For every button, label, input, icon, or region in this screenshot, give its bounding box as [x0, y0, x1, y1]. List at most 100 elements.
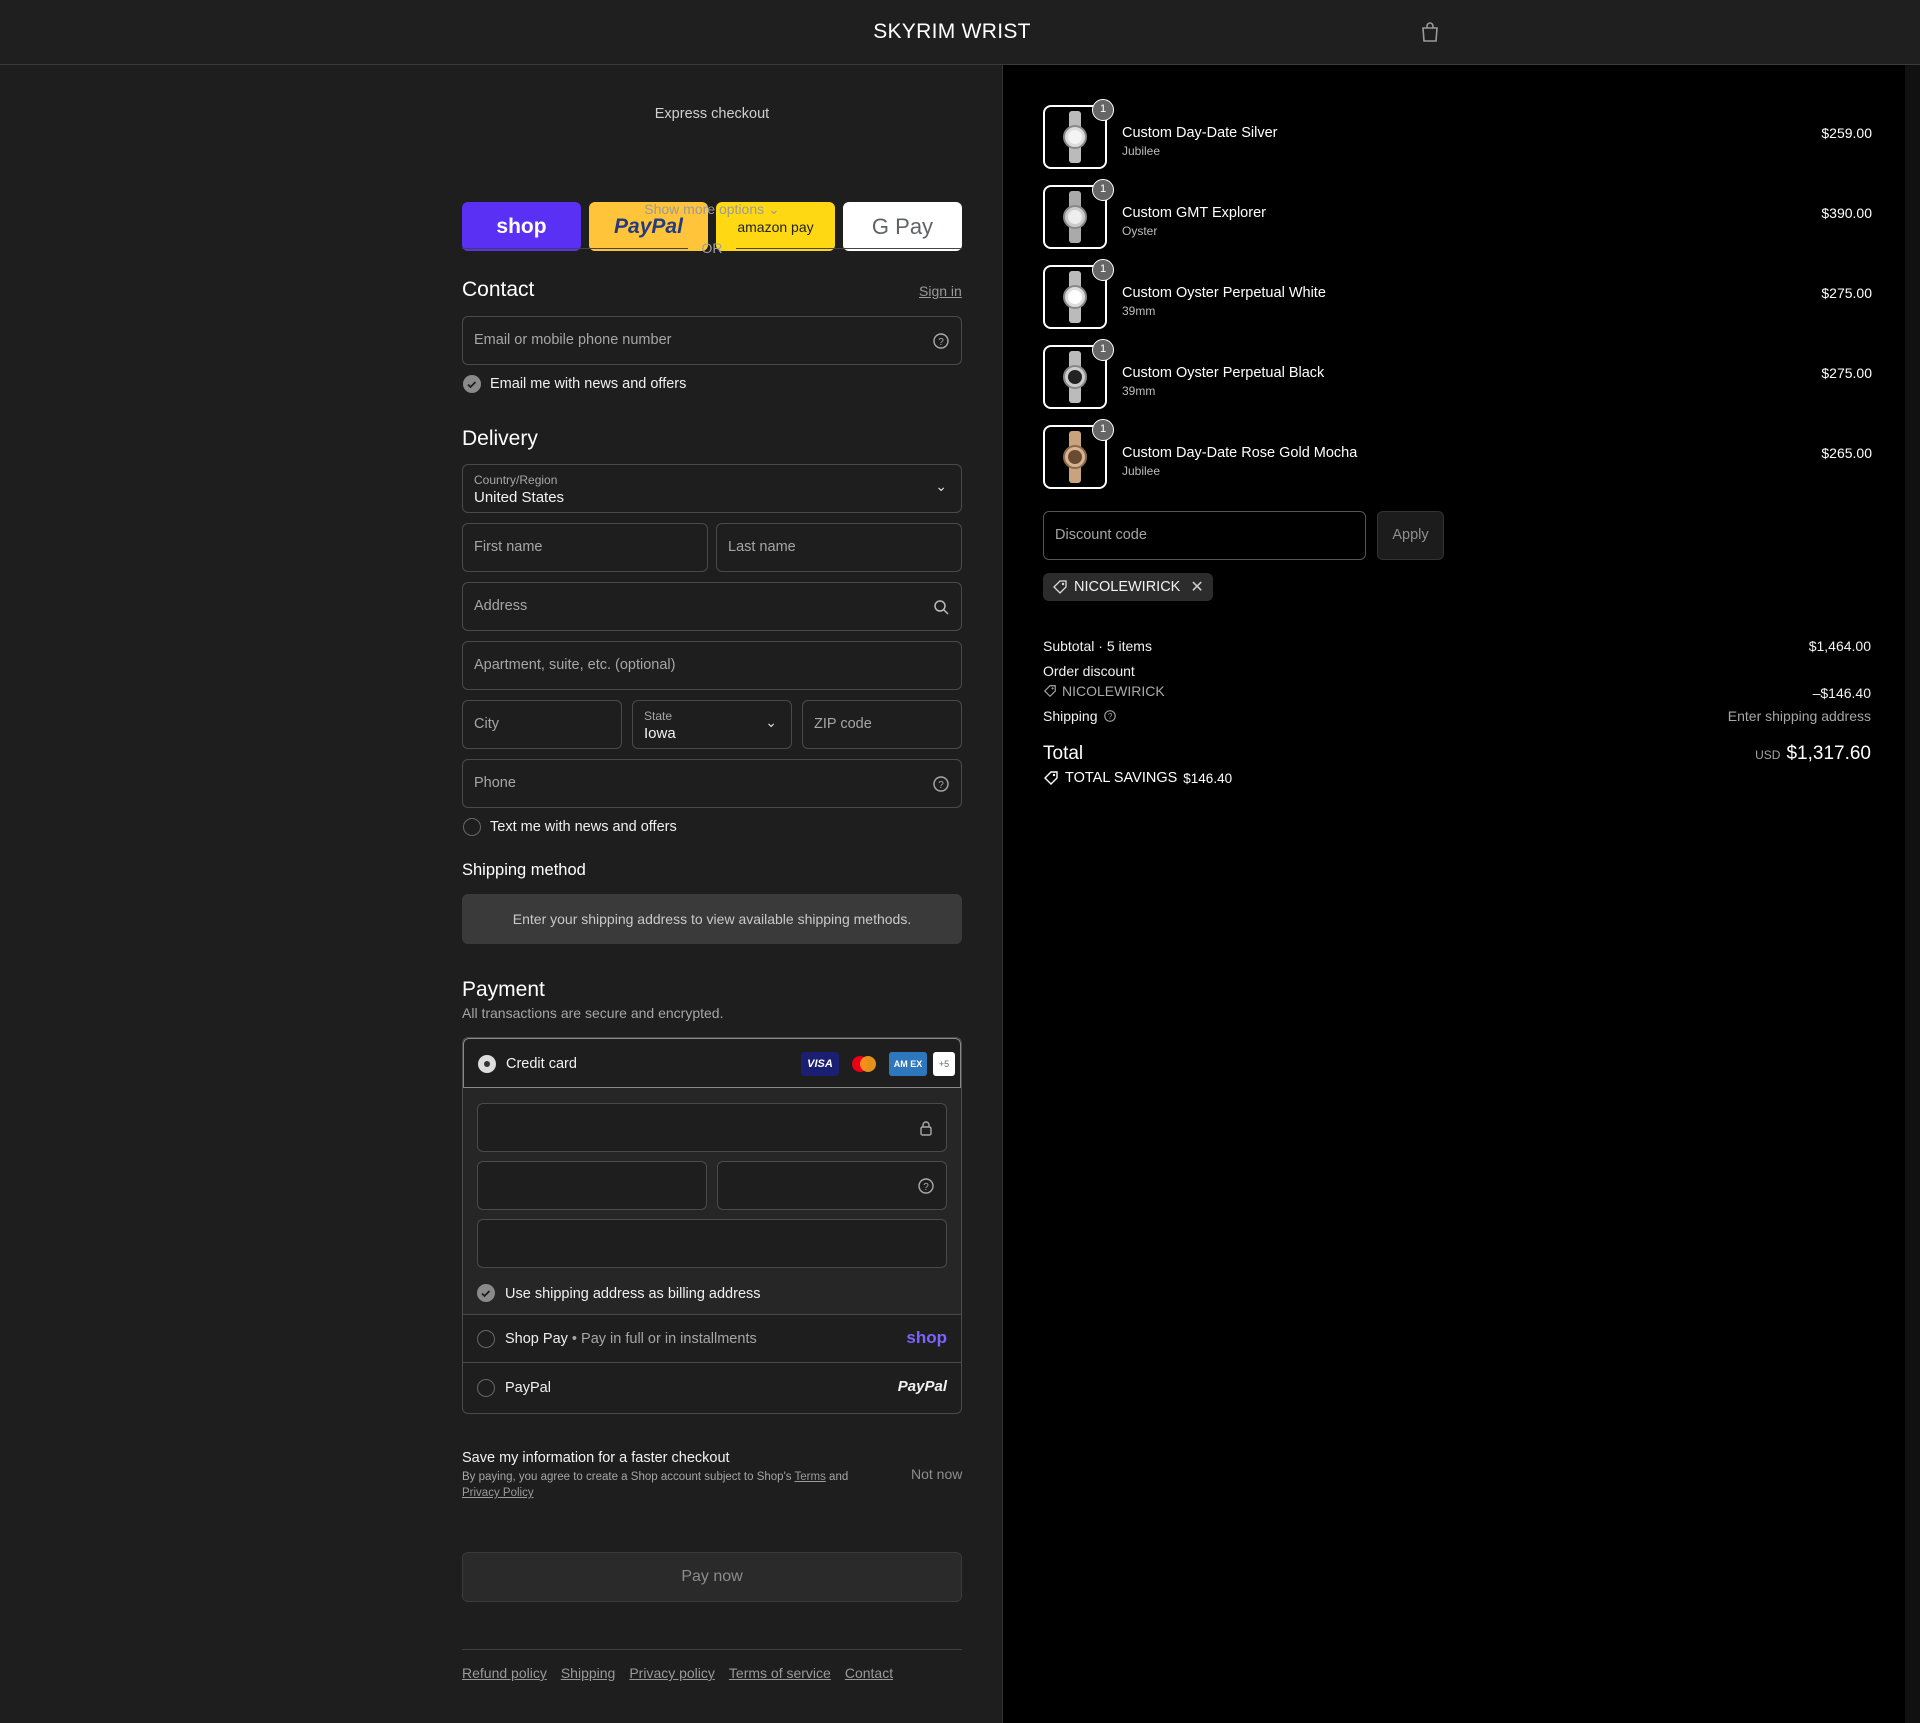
save-info-and: and [829, 1471, 849, 1483]
line-item: 1 Custom Oyster Perpetual Black 39mm $27… [1003, 339, 1906, 415]
discount-tag-code: NICOLEWIRICK [1074, 579, 1181, 595]
tag-icon [1053, 580, 1067, 594]
quantity-badge: 1 [1092, 259, 1114, 281]
not-now-button[interactable]: Not now [911, 1466, 962, 1482]
terms-of-service-link[interactable]: Terms of service [729, 1665, 831, 1681]
country-select[interactable]: Country/Region United States ⌄ [462, 464, 962, 513]
card-expiry-field[interactable] [477, 1161, 707, 1210]
shop-pay-radio[interactable] [477, 1330, 495, 1348]
shipping-label: Shipping [1043, 708, 1098, 724]
shop-pay-subtitle: Pay in full or in installments [581, 1331, 757, 1347]
card-number-field[interactable] [477, 1103, 947, 1152]
card-cvv-field[interactable]: ? [717, 1161, 947, 1210]
check-icon [467, 381, 477, 389]
shipping-policy-link[interactable]: Shipping [561, 1665, 616, 1681]
or-divider-label: OR [701, 240, 723, 256]
zip-code-placeholder: ZIP code [814, 716, 872, 732]
chevron-down-icon: ⌄ [765, 714, 777, 730]
credit-card-radio[interactable] [478, 1055, 496, 1073]
state-select[interactable]: State Iowa ⌄ [632, 700, 792, 749]
city-field[interactable]: City [462, 700, 622, 749]
product-name: Custom Oyster Perpetual Black [1122, 365, 1325, 381]
credit-card-label: Credit card [506, 1056, 577, 1072]
email-news-checkbox[interactable] [463, 375, 481, 393]
search-icon [934, 600, 949, 615]
svg-text:?: ? [923, 1182, 929, 1193]
footer-links: Refund policy Shipping Privacy policy Te… [462, 1665, 893, 1681]
terms-link[interactable]: Terms [795, 1471, 826, 1483]
help-circle-icon[interactable]: ? [916, 1176, 936, 1196]
show-more-options-link[interactable]: Show more options ⌄ [462, 201, 962, 218]
country-value: United States [474, 489, 565, 506]
privacy-policy-footer-link[interactable]: Privacy policy [629, 1665, 715, 1681]
privacy-policy-link[interactable]: Privacy Policy [462, 1487, 534, 1499]
divider-right [736, 248, 962, 249]
product-price: $275.00 [1821, 285, 1872, 301]
pay-now-button[interactable]: Pay now [462, 1552, 962, 1602]
line-item: 1 Custom GMT Explorer Oyster $390.00 [1003, 179, 1906, 255]
amazon-pay-logo: amazon pay [737, 218, 814, 235]
show-more-options-label: Show more options [644, 201, 765, 217]
last-name-placeholder: Last name [728, 539, 796, 555]
sign-in-link[interactable]: Sign in [919, 283, 962, 299]
paypal-option[interactable]: PayPal PayPal [463, 1363, 961, 1413]
help-circle-icon[interactable]: ? [931, 331, 951, 351]
phone-field[interactable]: Phone ? [462, 759, 962, 808]
refund-policy-link[interactable]: Refund policy [462, 1665, 547, 1681]
shipping-method-notice: Enter your shipping address to view avai… [462, 894, 962, 944]
order-discount-amount: –$146.40 [1812, 685, 1871, 701]
paypal-radio[interactable] [477, 1379, 495, 1397]
help-circle-icon[interactable]: ? [1103, 709, 1117, 723]
order-summary-column: 1 Custom Day-Date Silver Jubilee $259.00… [1002, 65, 1905, 1723]
help-circle-icon[interactable]: ? [931, 774, 951, 794]
lock-icon [920, 1121, 932, 1136]
apartment-field[interactable]: Apartment, suite, etc. (optional) [462, 641, 962, 690]
product-name: Custom Oyster Perpetual White [1122, 285, 1326, 301]
scrollbar[interactable] [1905, 65, 1920, 1723]
first-name-field[interactable]: First name [462, 523, 708, 572]
paypal-label: PayPal [505, 1380, 551, 1396]
email-news-label: Email me with news and offers [490, 376, 687, 392]
email-field[interactable]: Email or mobile phone number ? [462, 316, 962, 365]
zip-code-field[interactable]: ZIP code [802, 700, 962, 749]
quantity-badge: 1 [1092, 179, 1114, 201]
shop-pay-option[interactable]: Shop Pay • Pay in full or in installment… [463, 1315, 961, 1363]
address-field[interactable]: Address [462, 582, 962, 631]
shopping-bag-icon[interactable] [1420, 21, 1440, 43]
payment-methods-panel: Credit card VISA AM EX +5 ? Use shipping… [462, 1037, 962, 1414]
close-icon[interactable]: ✕ [1190, 577, 1203, 597]
store-brand[interactable]: SKYRIM WRIST [0, 20, 1904, 44]
subtotal-label: Subtotal · 5 items [1043, 638, 1152, 654]
state-label: State [644, 709, 673, 723]
discount-code-field[interactable]: Discount code [1043, 511, 1366, 560]
contact-link[interactable]: Contact [845, 1665, 893, 1681]
chevron-down-icon: ⌄ [768, 201, 780, 217]
order-discount-code-label: NICOLEWIRICK [1062, 683, 1165, 699]
address-placeholder: Address [474, 598, 528, 614]
applied-discount-tag: NICOLEWIRICK ✕ [1043, 573, 1213, 601]
shop-pay-logo: shop [906, 1328, 947, 1347]
billing-same-checkbox[interactable] [477, 1284, 495, 1302]
card-name-field[interactable] [477, 1219, 947, 1268]
contact-heading: Contact [462, 278, 535, 301]
quantity-badge: 1 [1092, 339, 1114, 361]
delivery-heading: Delivery [462, 427, 538, 450]
total-value: $1,317.60 [1786, 743, 1871, 764]
credit-card-option[interactable]: Credit card VISA AM EX +5 [463, 1038, 961, 1088]
save-info-body: By paying, you agree to create a Shop ac… [462, 1471, 792, 1483]
apply-discount-button[interactable]: Apply [1377, 511, 1444, 560]
product-variant: Oyster [1122, 224, 1158, 238]
product-variant: 39mm [1122, 384, 1156, 398]
footer-divider [462, 1649, 962, 1650]
currency-code: USD [1755, 748, 1781, 762]
last-name-field[interactable]: Last name [716, 523, 962, 572]
product-variant: Jubilee [1122, 144, 1161, 158]
text-news-checkbox[interactable] [463, 818, 481, 836]
tag-icon [1044, 771, 1058, 785]
divider-left [462, 248, 688, 249]
quantity-badge: 1 [1092, 419, 1114, 441]
product-name: Custom Day-Date Silver [1122, 125, 1278, 141]
total-label: Total [1043, 743, 1084, 764]
save-info-text: By paying, you agree to create a Shop ac… [462, 1469, 872, 1501]
paypal-logo: PayPal [614, 214, 683, 238]
